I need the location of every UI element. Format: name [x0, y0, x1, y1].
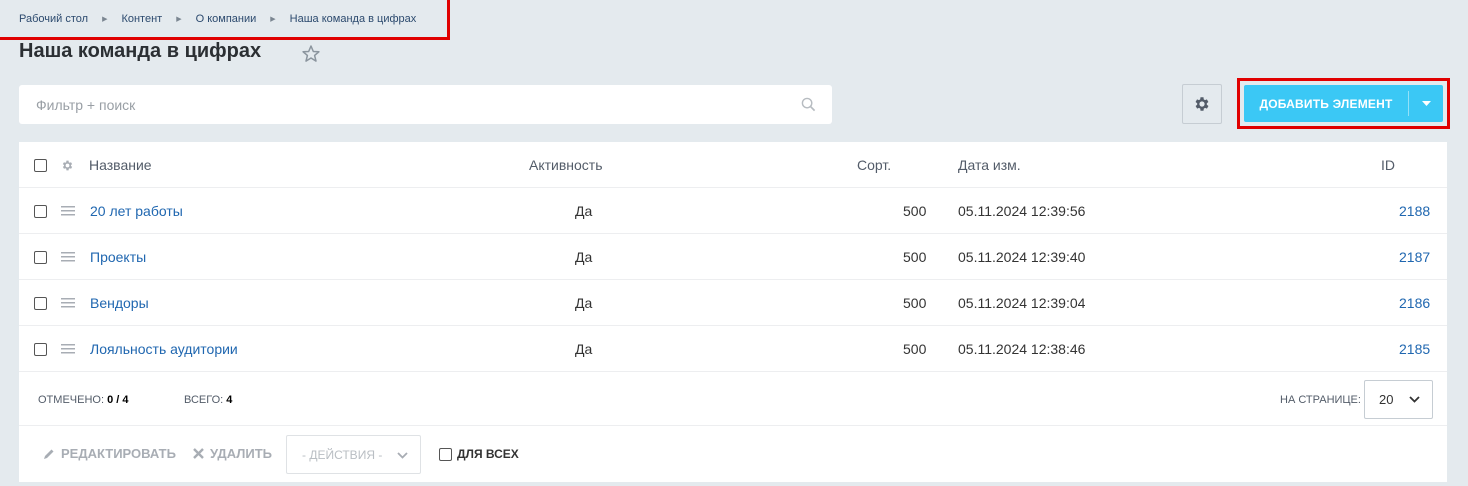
edit-action[interactable]: РЕДАКТИРОВАТЬ	[43, 446, 176, 461]
per-page-value: 20	[1379, 392, 1394, 407]
search-icon[interactable]	[801, 97, 816, 112]
drag-handle-icon[interactable]	[61, 344, 75, 354]
table-row[interactable]: Вендоры Да 500 05.11.2024 12:39:04 2186	[19, 280, 1447, 326]
gear-icon	[1195, 97, 1209, 111]
row-id-link[interactable]: 2187	[1399, 234, 1430, 280]
row-checkbox[interactable]	[34, 296, 47, 310]
gear-icon[interactable]	[61, 159, 74, 172]
star-icon[interactable]	[301, 44, 321, 64]
row-name-link[interactable]: 20 лет работы	[90, 188, 183, 234]
column-header-name[interactable]: Название	[89, 142, 152, 188]
column-header-active[interactable]: Активность	[529, 142, 603, 188]
row-name-link[interactable]: Вендоры	[90, 280, 149, 326]
row-sort: 500	[903, 295, 927, 311]
for-all-label: ДЛЯ ВСЕХ	[457, 447, 519, 461]
total-label: ВСЕГО:	[184, 394, 224, 406]
add-element-dropdown[interactable]	[1409, 100, 1443, 107]
selected-value: 0 / 4	[107, 394, 129, 406]
breadcrumb-item-current[interactable]: Наша команда в цифрах	[290, 13, 417, 25]
table-row[interactable]: Лояльность аудитории Да 500 05.11.2024 1…	[19, 326, 1447, 372]
row-id-link[interactable]: 2186	[1399, 280, 1430, 326]
row-checkbox[interactable]	[34, 204, 47, 218]
group-actions-panel: РЕДАКТИРОВАТЬ УДАЛИТЬ - ДЕЙСТВИЯ - ДЛЯ В…	[19, 426, 1447, 482]
page-title: Наша команда в цифрах	[19, 40, 262, 62]
breadcrumb-item-content[interactable]: Контент	[121, 13, 162, 25]
selected-label: ОТМЕЧЕНО:	[38, 394, 104, 406]
breadcrumb-item-about[interactable]: О компании	[196, 13, 257, 25]
row-sort: 500	[903, 341, 927, 357]
edit-label: РЕДАКТИРОВАТЬ	[61, 446, 176, 461]
chevron-right-icon: ▶	[270, 15, 276, 23]
row-checkbox[interactable]	[34, 250, 47, 264]
row-active: Да	[575, 295, 593, 311]
select-all-checkbox[interactable]	[34, 158, 47, 172]
row-id-link[interactable]: 2185	[1399, 326, 1430, 372]
total-counter: ВСЕГО: 4	[184, 394, 232, 406]
row-active: Да	[575, 203, 593, 219]
column-header-sort[interactable]: Сорт.	[857, 142, 891, 188]
actions-select[interactable]: - ДЕЙСТВИЯ -	[286, 435, 421, 474]
chevron-right-icon: ▶	[102, 15, 108, 23]
row-checkbox[interactable]	[34, 342, 47, 356]
per-page-select[interactable]: 20	[1364, 380, 1433, 419]
row-date: 05.11.2024 12:39:04	[958, 295, 1086, 311]
column-header-date[interactable]: Дата изм.	[958, 142, 1021, 188]
table-row[interactable]: Проекты Да 500 05.11.2024 12:39:40 2187	[19, 234, 1447, 280]
elements-grid: Название Активность Сорт. Дата изм. ID 2…	[19, 142, 1447, 482]
chevron-right-icon: ▶	[176, 15, 182, 23]
table-row[interactable]: 20 лет работы Да 500 05.11.2024 12:39:56…	[19, 188, 1447, 234]
chevron-down-icon	[1409, 396, 1420, 403]
table-header: Название Активность Сорт. Дата изм. ID	[19, 142, 1447, 188]
pencil-icon	[44, 449, 54, 459]
for-all-checkbox[interactable]	[439, 447, 452, 461]
row-active: Да	[575, 341, 593, 357]
add-element-highlight: ДОБАВИТЬ ЭЛЕМЕНТ	[1237, 78, 1450, 129]
chevron-down-icon	[397, 452, 408, 459]
drag-handle-icon[interactable]	[61, 206, 75, 216]
grid-footer: ОТМЕЧЕНО: 0 / 4 ВСЕГО: 4 НА СТРАНИЦЕ: 20	[19, 374, 1447, 426]
row-id-link[interactable]: 2188	[1399, 188, 1430, 234]
breadcrumb: Рабочий стол ▶ Контент ▶ О компании ▶ На…	[0, 0, 450, 40]
row-date: 05.11.2024 12:38:46	[958, 341, 1086, 357]
row-sort: 500	[903, 249, 927, 265]
cross-icon	[193, 448, 204, 459]
delete-label: УДАЛИТЬ	[210, 446, 272, 461]
filter-search	[19, 85, 832, 124]
row-sort: 500	[903, 203, 927, 219]
row-name-link[interactable]: Проекты	[90, 234, 146, 280]
per-page-label: НА СТРАНИЦЕ:	[1280, 394, 1361, 406]
caret-down-icon	[1421, 100, 1431, 106]
row-date: 05.11.2024 12:39:40	[958, 249, 1086, 265]
actions-select-value: - ДЕЙСТВИЯ -	[302, 447, 383, 462]
selected-counter: ОТМЕЧЕНО: 0 / 4	[38, 394, 128, 406]
breadcrumb-item-desktop[interactable]: Рабочий стол	[19, 13, 88, 25]
drag-handle-icon[interactable]	[61, 298, 75, 308]
add-element-label: ДОБАВИТЬ ЭЛЕМЕНТ	[1259, 96, 1393, 111]
for-all-option[interactable]: ДЛЯ ВСЕХ	[439, 447, 519, 461]
delete-action[interactable]: УДАЛИТЬ	[193, 446, 272, 461]
add-element-button[interactable]: ДОБАВИТЬ ЭЛЕМЕНТ	[1244, 85, 1443, 122]
column-header-id[interactable]: ID	[1381, 142, 1395, 188]
search-input[interactable]	[19, 96, 832, 113]
row-name-link[interactable]: Лояльность аудитории	[90, 326, 238, 372]
row-date: 05.11.2024 12:39:56	[958, 203, 1086, 219]
total-value: 4	[226, 394, 233, 406]
drag-handle-icon[interactable]	[61, 252, 75, 262]
settings-button[interactable]	[1182, 84, 1222, 124]
row-active: Да	[575, 249, 593, 265]
